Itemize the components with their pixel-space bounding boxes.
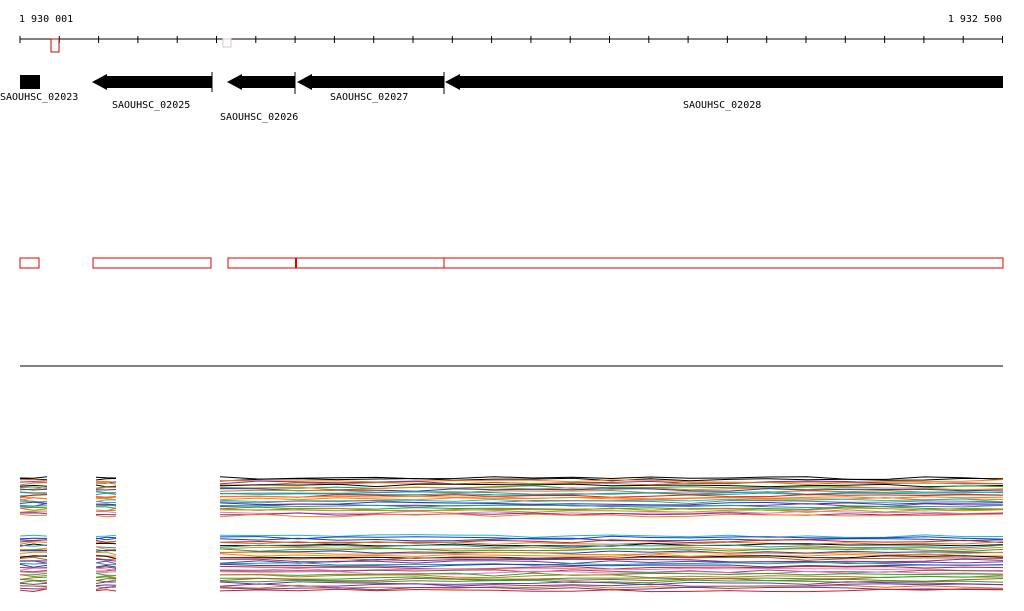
expression-line [95, 581, 116, 584]
gene-label-saouhsc-02026[interactable]: SAOUHSC_02026 [220, 112, 298, 123]
expression-line [219, 583, 1004, 587]
expression-line [219, 507, 1004, 512]
expression-line [219, 588, 1004, 593]
annotation-box[interactable] [19, 257, 40, 269]
annotation-box[interactable] [227, 257, 1004, 269]
annotation-box[interactable] [92, 257, 212, 269]
expression-line [95, 495, 117, 498]
expression-line [19, 580, 48, 584]
gene-arrow-saouhsc-02023[interactable] [20, 75, 40, 89]
genome-browser-viewer[interactable]: 1 930 001 1 932 500 SAOUHSC_02023 SAOUHS… [0, 0, 1024, 611]
expression-profile-track[interactable] [19, 476, 1004, 593]
expression-line [19, 481, 48, 483]
expression-line [95, 551, 117, 556]
expression-line [19, 476, 48, 479]
expression-line [95, 478, 117, 481]
expression-line [19, 537, 48, 540]
expression-line [19, 582, 48, 585]
coordinate-ruler[interactable] [19, 36, 1003, 53]
expression-line [219, 567, 1004, 572]
expression-line [19, 514, 48, 517]
expression-line [19, 482, 48, 486]
expression-line [220, 508, 1004, 513]
gene-label-saouhsc-02028[interactable]: SAOUHSC_02028 [683, 100, 761, 111]
annotation-track[interactable] [19, 257, 1004, 269]
expression-line [19, 506, 48, 509]
expression-line [95, 589, 117, 592]
gene-label-saouhsc-02027[interactable]: SAOUHSC_02027 [330, 92, 408, 103]
expression-line [19, 534, 48, 537]
expression-line [95, 500, 117, 504]
gene-arrow-saouhsc-02027[interactable] [297, 74, 444, 90]
expression-line [19, 563, 48, 568]
expression-line [95, 569, 117, 572]
expression-line [95, 476, 117, 479]
expression-line [95, 514, 117, 518]
expression-line [95, 537, 117, 541]
expression-line [219, 550, 1004, 554]
expression-line [19, 587, 47, 590]
gene-label-saouhsc-02025[interactable]: SAOUHSC_02025 [112, 100, 190, 111]
expression-line [19, 556, 48, 561]
expression-line [95, 571, 117, 574]
gene-arrow-saouhsc-02026[interactable] [227, 74, 295, 90]
expression-line [95, 572, 117, 576]
expression-line [19, 562, 48, 565]
expression-line [19, 551, 48, 554]
expression-line [19, 544, 48, 547]
ruler-marker-faint[interactable] [222, 38, 232, 48]
expression-line [219, 483, 1004, 488]
gene-arrow-saouhsc-02028[interactable] [445, 74, 1003, 90]
expression-line [19, 576, 48, 580]
expression-line [19, 572, 48, 576]
expression-line [19, 512, 48, 514]
expression-line [219, 476, 1004, 480]
ruler-marker-red[interactable] [50, 38, 60, 53]
gene-label-saouhsc-02023[interactable]: SAOUHSC_02023 [0, 92, 78, 103]
gene-track[interactable] [20, 72, 1003, 94]
expression-line [219, 565, 1004, 570]
expression-line [19, 504, 48, 507]
expression-line [95, 542, 117, 545]
expression-line [95, 584, 117, 587]
browser-canvas [19, 36, 1004, 593]
gene-arrow-saouhsc-02025[interactable] [92, 74, 212, 90]
expression-line [95, 511, 117, 513]
expression-line [19, 507, 48, 511]
expression-line [95, 489, 117, 491]
expression-line [95, 534, 117, 537]
expression-line [19, 567, 47, 571]
expression-line [95, 506, 117, 509]
expression-line [19, 484, 48, 487]
